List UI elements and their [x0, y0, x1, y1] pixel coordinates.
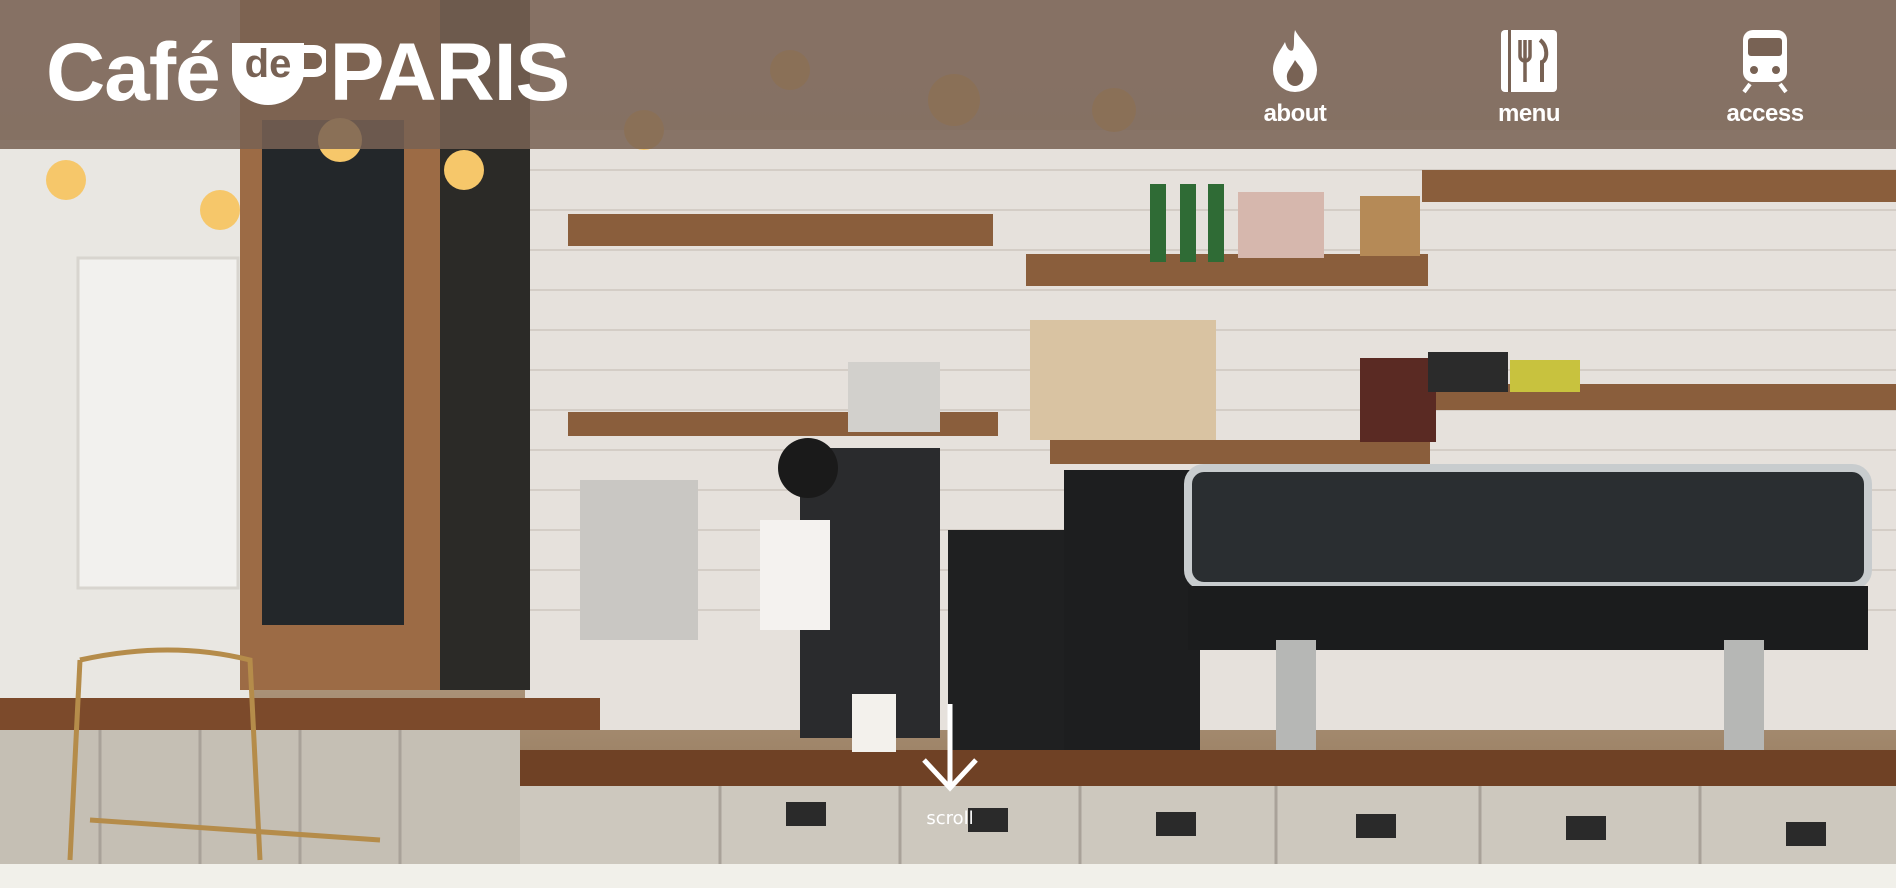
header-bar: Café de PARIS about menu access — [0, 0, 1896, 149]
nav-menu-label: menu — [1497, 100, 1561, 127]
nav-access[interactable]: access — [1710, 28, 1820, 128]
logo-word-right: PARIS — [329, 27, 571, 118]
nav-menu[interactable]: menu — [1474, 28, 1584, 128]
logo-word-left: Café — [46, 27, 221, 118]
scroll-indicator[interactable]: scroll — [912, 702, 988, 829]
brand-logo[interactable]: Café de PARIS — [46, 27, 571, 118]
nav-access-label: access — [1726, 100, 1804, 127]
scroll-label: scroll — [926, 808, 974, 829]
coffee-cup-logo-icon: de — [231, 42, 326, 105]
train-icon — [1742, 30, 1788, 94]
nav-about-label: about — [1263, 100, 1327, 127]
arrow-down-icon — [922, 704, 978, 792]
logo-cup-text: de — [244, 42, 291, 86]
flame-icon — [1273, 30, 1317, 92]
nav-about[interactable]: about — [1240, 28, 1350, 128]
fork-knife-icon — [1501, 30, 1557, 92]
